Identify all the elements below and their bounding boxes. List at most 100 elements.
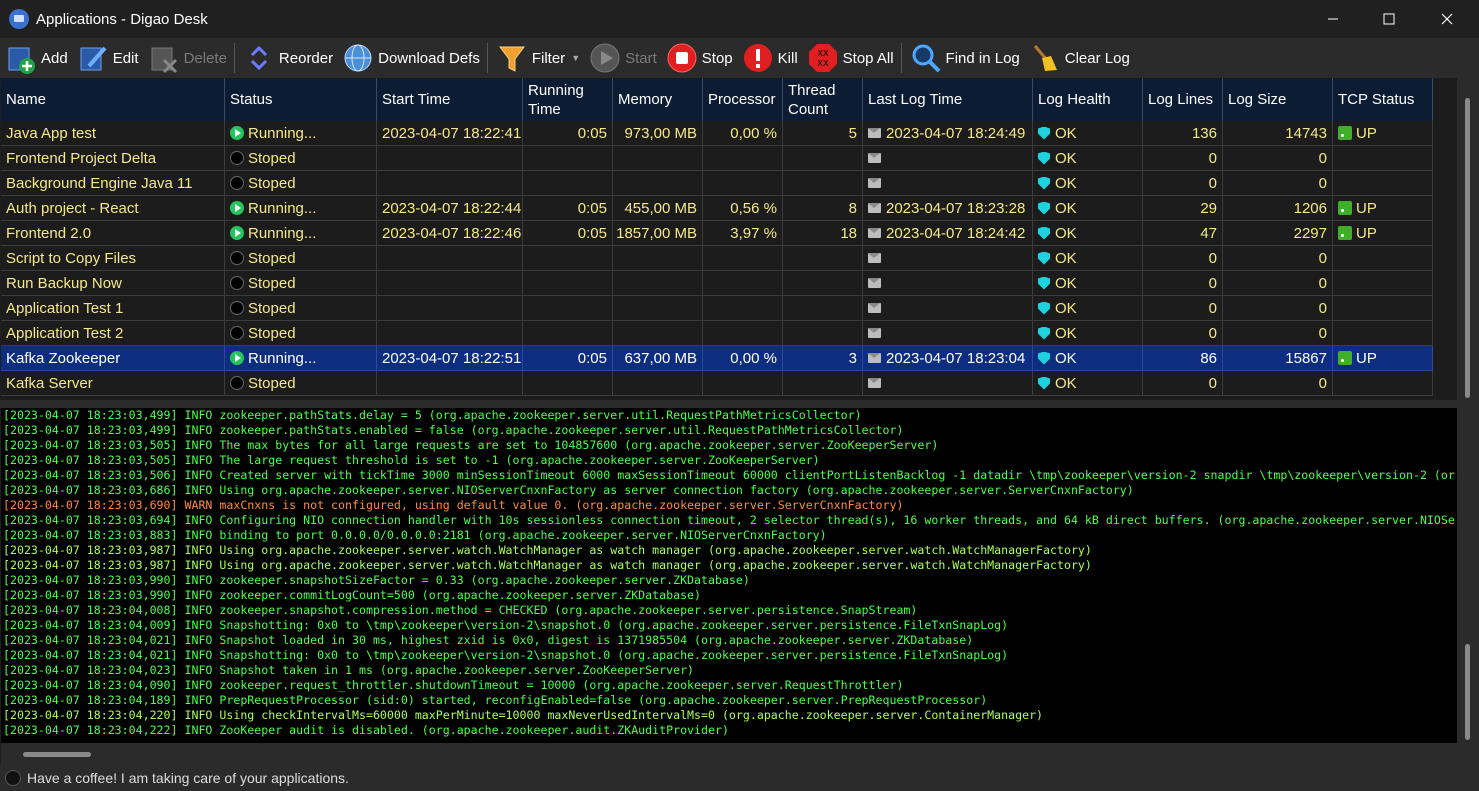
cell-last-log-time: 2023-04-07 18:23:04 (863, 346, 1033, 371)
cell-log-health: OK (1033, 346, 1143, 371)
table-row[interactable]: Kafka Server Stoped OK 0 0 (1, 371, 1433, 396)
table-row[interactable]: Run Backup Now Stoped OK 0 0 (1, 271, 1433, 296)
table-row[interactable]: Script to Copy Files Stoped OK 0 0 (1, 246, 1433, 271)
log-lines-text: 86 (1200, 349, 1217, 367)
cell-running-time (523, 321, 613, 346)
cell-log-size: 14743 (1223, 121, 1333, 146)
stop-all-button[interactable]: XX XX Stop All (802, 38, 898, 78)
smiley-icon (5, 770, 21, 786)
kill-button[interactable]: Kill (737, 38, 802, 78)
splitter[interactable] (0, 400, 1479, 408)
cell-thread-count (783, 246, 863, 271)
download-defs-button[interactable]: Download Defs (337, 38, 484, 78)
log-line: [2023-04-07 18:23:03,694] INFO Configuri… (3, 513, 1455, 527)
table-row[interactable]: Kafka Zookeeper Running... 2023-04-07 18:2… (1, 346, 1433, 371)
delete-icon (147, 41, 181, 75)
delete-button[interactable]: Delete (143, 38, 231, 78)
cell-last-log-time: 2023-04-07 18:24:49 (863, 121, 1033, 146)
maximize-button[interactable] (1360, 0, 1418, 38)
name-text: Run Backup Now (6, 274, 122, 292)
cell-last-log-time (863, 246, 1033, 271)
stop-button[interactable]: Stop (661, 38, 737, 78)
status-text: Stoped (248, 249, 296, 267)
toolbar: Add Edit Delete Reorder Download Defs Fi… (0, 38, 1479, 78)
cell-name: Application Test 2 (1, 321, 225, 346)
table-row[interactable]: Frontend Project Delta Stoped OK 0 0 (1, 146, 1433, 171)
cell-last-log-time (863, 146, 1033, 171)
table-row[interactable]: Java App test Running... 2023-04-07 18:22:… (1, 121, 1433, 146)
cell-thread-count: 5 (783, 121, 863, 146)
log-panel[interactable]: [2023-04-07 18:23:03,499] INFO zookeeper… (1, 408, 1457, 743)
cell-log-health: OK (1033, 246, 1143, 271)
cell-start-time: 2023-04-07 18:22:41 (377, 121, 523, 146)
clear-log-button[interactable]: Clear Log (1024, 38, 1134, 78)
minimize-button[interactable] (1304, 0, 1362, 38)
table-row[interactable]: Application Test 2 Stoped OK 0 0 (1, 321, 1433, 346)
running-time-text: 0:05 (577, 224, 607, 242)
cell-memory (613, 296, 703, 321)
table-row[interactable]: Application Test 1 Stoped OK 0 0 (1, 296, 1433, 321)
column-header-memory[interactable]: Memory (613, 78, 703, 121)
column-header-processor[interactable]: Processor (703, 78, 783, 121)
column-header-running-time[interactable]: Running Time (523, 78, 613, 121)
cell-name: Script to Copy Files (1, 246, 225, 271)
cell-last-log-time (863, 321, 1033, 346)
cell-name: Frontend 2.0 (1, 221, 225, 246)
tcp-status-text: UP (1356, 224, 1377, 242)
cell-name: Application Test 1 (1, 296, 225, 321)
reorder-button[interactable]: Reorder (238, 38, 337, 78)
column-header-tcp-status[interactable]: TCP Status (1333, 78, 1433, 121)
log-health-text: OK (1055, 224, 1077, 242)
shield-icon (1038, 251, 1050, 265)
log-size-text: 2297 (1293, 224, 1327, 242)
last-log-time-text: 2023-04-07 18:24:49 (886, 124, 1026, 142)
shield-icon (1038, 326, 1050, 340)
table-row[interactable]: Frontend 2.0 Running... 2023-04-07 18:22:4… (1, 221, 1433, 246)
cell-status: Running... (225, 346, 377, 371)
grid-scroll-thumb[interactable] (1465, 98, 1470, 398)
shield-icon (1038, 376, 1050, 390)
start-button[interactable]: Start (584, 38, 661, 78)
edit-button[interactable]: Edit (72, 38, 143, 78)
column-header-log-lines[interactable]: Log Lines (1143, 78, 1223, 121)
shield-icon (1038, 301, 1050, 315)
cell-start-time (377, 246, 523, 271)
cell-status: Stoped (225, 321, 377, 346)
find-in-log-label: Find in Log (945, 49, 1020, 67)
add-button[interactable]: Add (0, 38, 72, 78)
cell-processor: 0,56 % (703, 196, 783, 221)
log-lines-text: 29 (1200, 199, 1217, 217)
stop-all-icon: XX XX (806, 41, 840, 75)
column-header-log-size[interactable]: Log Size (1223, 78, 1333, 121)
table-row[interactable]: Background Engine Java 11 Stoped OK 0 0 (1, 171, 1433, 196)
column-header-thread-count[interactable]: Thread Count (783, 78, 863, 121)
app-icon (9, 9, 29, 29)
log-vertical-scrollbar[interactable] (1457, 408, 1479, 743)
column-header-name[interactable]: Name (1, 78, 225, 121)
column-header-start-time[interactable]: Start Time (377, 78, 523, 121)
log-line: [2023-04-07 18:23:04,220] INFO Using che… (3, 708, 1044, 722)
warning-icon (741, 41, 775, 75)
processor-text: 0,56 % (730, 199, 777, 217)
find-in-log-button[interactable]: Find in Log (905, 38, 1024, 78)
grid-vertical-scrollbar[interactable] (1457, 78, 1479, 400)
log-horizontal-thumb[interactable] (23, 752, 91, 757)
table-row[interactable]: Auth project - React Running... 2023-04-07… (1, 196, 1433, 221)
cell-tcp-status (1333, 246, 1433, 271)
last-log-time-text: 2023-04-07 18:23:04 (886, 349, 1026, 367)
stop-label: Stop (701, 49, 733, 67)
cell-log-health: OK (1033, 271, 1143, 296)
filter-button[interactable]: Filter ▼ (491, 38, 584, 78)
column-header-last-log-time[interactable]: Last Log Time (863, 78, 1033, 121)
applications-grid[interactable]: Name Status Start Time Running Time Memory Pr… (1, 78, 1457, 400)
log-horizontal-scrollbar[interactable] (1, 743, 1479, 765)
column-header-status[interactable]: Status (225, 78, 377, 121)
cell-log-size: 0 (1223, 371, 1333, 396)
close-button[interactable] (1418, 0, 1476, 38)
cell-log-lines: 0 (1143, 371, 1223, 396)
cell-status: Stoped (225, 296, 377, 321)
column-header-log-health[interactable]: Log Health (1033, 78, 1143, 121)
log-scroll-thumb[interactable] (1465, 644, 1470, 740)
status-text: Stoped (248, 299, 296, 317)
log-lines-text: 136 (1191, 124, 1217, 142)
